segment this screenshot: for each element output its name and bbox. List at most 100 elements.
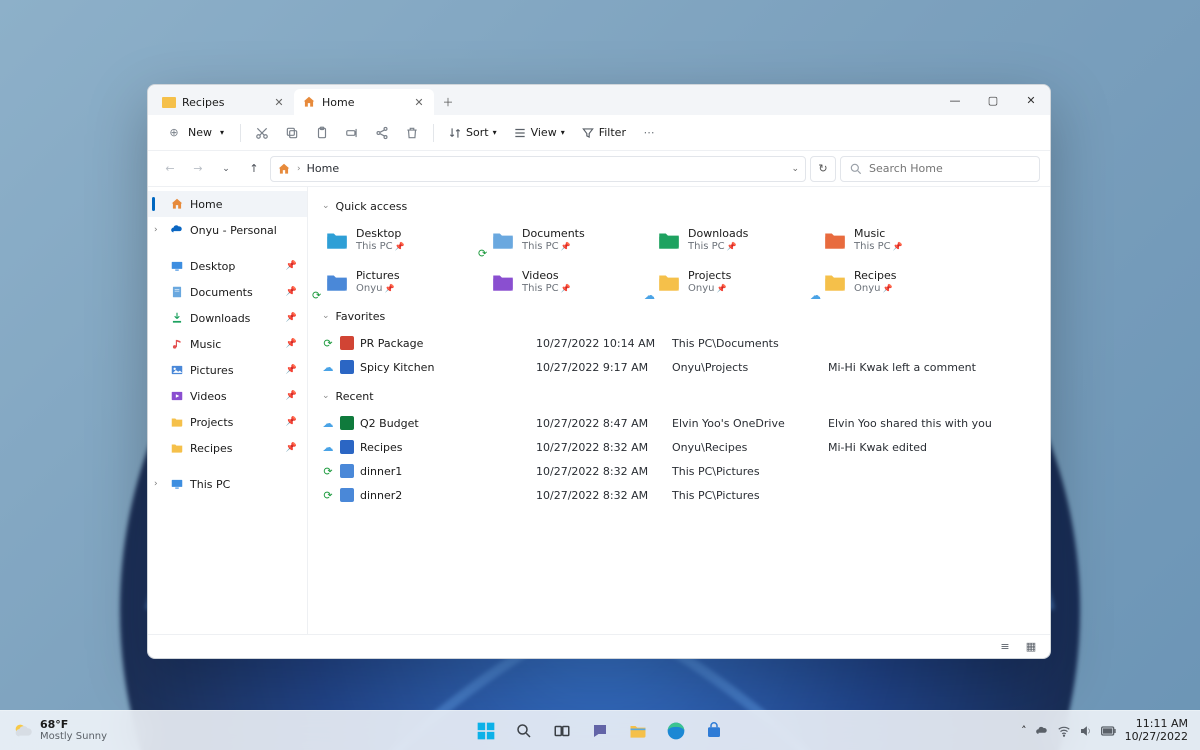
forward-button[interactable]: → — [186, 157, 210, 181]
taskbar-tray: ˄ 11:11 AM 10/27/2022 — [1021, 718, 1200, 742]
file-note: Elvin Yoo shared this with you — [828, 417, 1036, 430]
new-button[interactable]: ⊕New▾ — [158, 120, 232, 146]
onedrive-icon[interactable] — [1035, 724, 1049, 738]
pic-icon — [170, 363, 184, 377]
section-quick-access[interactable]: ⌄Quick access — [322, 195, 1036, 217]
sidebar-item-recipes[interactable]: Recipes📌 — [148, 435, 307, 461]
tab-recipes[interactable]: Recipes ✕ — [154, 89, 294, 115]
file-row[interactable]: ⟳dinner110/27/2022 8:32 AMThis PC\Pictur… — [322, 459, 1036, 483]
quick-access-desktop[interactable]: DesktopThis PC📌 — [322, 221, 462, 259]
quick-access-documents[interactable]: ⟳DocumentsThis PC📌 — [488, 221, 628, 259]
folder-icon — [162, 97, 176, 108]
chat-button[interactable] — [583, 714, 617, 748]
tray-chevron-up-icon[interactable]: ˄ — [1021, 724, 1027, 737]
taskbar: 68°FMostly Sunny ˄ 11:11 AM 10/27/2022 — [0, 710, 1200, 750]
address-bar[interactable]: › Home ⌄ — [270, 156, 806, 182]
chevron-right-icon[interactable]: › — [154, 479, 158, 489]
chevron-right-icon[interactable]: › — [154, 225, 158, 235]
tab-label: Home — [322, 96, 354, 109]
pin-icon: 📌 — [286, 287, 297, 297]
file-row[interactable]: ☁Recipes10/27/2022 8:32 AMOnyu\RecipesMi… — [322, 435, 1036, 459]
sidebar-item-videos[interactable]: Videos📌 — [148, 383, 307, 409]
folder-icon — [324, 269, 350, 295]
folder-icon — [170, 415, 184, 429]
tab-home[interactable]: Home ✕ — [294, 89, 434, 115]
quick-access-music[interactable]: MusicThis PC📌 — [820, 221, 960, 259]
pin-icon: 📌 — [286, 339, 297, 349]
file-path: This PC\Pictures — [672, 465, 822, 478]
taskbar-weather[interactable]: 68°FMostly Sunny — [0, 719, 107, 742]
file-explorer-button[interactable] — [621, 714, 655, 748]
start-button[interactable] — [469, 714, 503, 748]
copy-button[interactable] — [279, 120, 305, 146]
maximize-button[interactable]: ▢ — [974, 85, 1012, 115]
volume-icon[interactable] — [1079, 724, 1093, 738]
chevron-down-icon: ⌄ — [322, 311, 330, 321]
wifi-icon[interactable] — [1057, 724, 1071, 738]
search-button[interactable] — [507, 714, 541, 748]
section-favorites[interactable]: ⌄Favorites — [322, 305, 1036, 327]
view-button[interactable]: View▾ — [507, 120, 571, 146]
close-icon[interactable]: ✕ — [272, 96, 286, 109]
edge-button[interactable] — [659, 714, 693, 748]
refresh-button[interactable]: ↻ — [810, 156, 836, 182]
file-row[interactable]: ☁Spicy Kitchen10/27/2022 9:17 AMOnyu\Pro… — [322, 355, 1036, 379]
more-button[interactable]: ⋯ — [636, 120, 662, 146]
paste-button[interactable] — [309, 120, 335, 146]
search-input[interactable] — [869, 162, 1031, 175]
minimize-button[interactable]: — — [936, 85, 974, 115]
file-path: This PC\Pictures — [672, 489, 822, 502]
quick-access-projects[interactable]: ☁ProjectsOnyu📌 — [654, 263, 794, 301]
chevron-down-icon[interactable]: ⌄ — [791, 164, 799, 174]
back-button[interactable]: ← — [158, 157, 182, 181]
breadcrumb[interactable]: Home — [307, 162, 339, 175]
search-box[interactable] — [840, 156, 1040, 182]
sidebar-item-pictures[interactable]: Pictures📌 — [148, 357, 307, 383]
recent-locations-button[interactable]: ⌄ — [214, 157, 238, 181]
section-recent[interactable]: ⌄Recent — [322, 385, 1036, 407]
quick-access-downloads[interactable]: DownloadsThis PC📌 — [654, 221, 794, 259]
file-date: 10/27/2022 8:32 AM — [536, 489, 666, 502]
sidebar-item-home[interactable]: Home — [148, 191, 307, 217]
quick-access-videos[interactable]: VideosThis PC📌 — [488, 263, 628, 301]
file-name: dinner1 — [360, 465, 530, 478]
file-row[interactable]: ⟳PR Package10/27/2022 10:14 AMThis PC\Do… — [322, 331, 1036, 355]
quick-access-recipes[interactable]: ☁RecipesOnyu📌 — [820, 263, 960, 301]
sync-icon: ⟳ — [478, 247, 488, 257]
sidebar-item-onedrive[interactable]: › Onyu - Personal — [148, 217, 307, 243]
delete-button[interactable] — [399, 120, 425, 146]
sidebar-item-documents[interactable]: Documents📌 — [148, 279, 307, 305]
folder-icon — [656, 227, 682, 253]
filter-button[interactable]: Filter — [575, 120, 632, 146]
taskbar-clock[interactable]: 11:11 AM 10/27/2022 — [1125, 718, 1188, 742]
vid-icon — [170, 389, 184, 403]
close-button[interactable]: ✕ — [1012, 85, 1050, 115]
store-button[interactable] — [697, 714, 731, 748]
sidebar-item-downloads[interactable]: Downloads📌 — [148, 305, 307, 331]
command-toolbar: ⊕New▾ Sort▾ View▾ Filter ⋯ — [148, 115, 1050, 151]
thumbnails-view-button[interactable]: ▦ — [1022, 639, 1040, 655]
sync-icon: ⟳ — [322, 337, 334, 350]
file-row[interactable]: ☁Q2 Budget10/27/2022 8:47 AMElvin Yoo's … — [322, 411, 1036, 435]
quick-access-pictures[interactable]: ⟳PicturesOnyu📌 — [322, 263, 462, 301]
sidebar-item-this-pc[interactable]: › This PC — [148, 471, 307, 497]
close-icon[interactable]: ✕ — [412, 96, 426, 109]
new-tab-button[interactable]: ＋ — [434, 89, 462, 115]
task-view-button[interactable] — [545, 714, 579, 748]
file-row[interactable]: ⟳dinner210/27/2022 8:32 AMThis PC\Pictur… — [322, 483, 1036, 507]
share-button[interactable] — [369, 120, 395, 146]
rename-button[interactable] — [339, 120, 365, 146]
sidebar-item-music[interactable]: Music📌 — [148, 331, 307, 357]
sort-button[interactable]: Sort▾ — [442, 120, 503, 146]
pin-icon: 📌 — [561, 284, 571, 293]
file-explorer-window: Recipes ✕ Home ✕ ＋ — ▢ ✕ ⊕New▾ Sort▾ Vie… — [147, 84, 1051, 659]
cut-button[interactable] — [249, 120, 275, 146]
details-view-button[interactable]: ≡ — [996, 639, 1014, 655]
sidebar-item-desktop[interactable]: Desktop📌 — [148, 253, 307, 279]
pin-icon: 📌 — [893, 242, 903, 251]
folder-icon — [324, 227, 350, 253]
battery-icon[interactable] — [1101, 725, 1117, 737]
up-button[interactable]: ↑ — [242, 157, 266, 181]
folder-icon — [822, 227, 848, 253]
sidebar-item-projects[interactable]: Projects📌 — [148, 409, 307, 435]
